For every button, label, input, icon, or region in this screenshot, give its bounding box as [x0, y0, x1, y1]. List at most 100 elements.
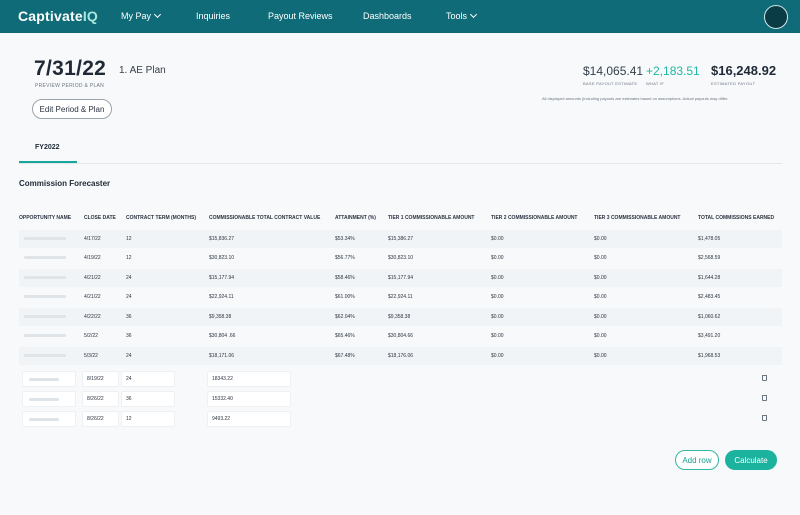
- opportunity-name-redacted: [24, 276, 66, 279]
- total-commissions-cell: $1,060.62: [698, 314, 721, 320]
- opportunity-name-redacted: [24, 295, 66, 298]
- opportunity-name-redacted: [29, 418, 59, 421]
- editable-row: 8/26/22 36 15332.40: [19, 390, 782, 408]
- add-row-button[interactable]: Add row: [675, 450, 719, 470]
- attainment-cell: $56.77%: [335, 255, 355, 261]
- term-cell: 24: [126, 353, 132, 359]
- contract-value-cell: $15,177.94: [209, 275, 235, 281]
- total-commissions-cell: $1,968.53: [698, 353, 721, 359]
- term-cell: 36: [126, 314, 132, 320]
- opportunity-name-redacted: [24, 256, 66, 259]
- table-row: 4/22/22 36 $9,358.38 $62.04% $9,358.38 $…: [19, 308, 782, 326]
- col-header-contract-term[interactable]: CONTRACT TERM (MONTHS): [126, 215, 196, 221]
- close-date-input[interactable]: 8/26/22: [82, 411, 119, 427]
- close-date-cell: 4/21/22: [84, 275, 101, 281]
- col-header-tier3[interactable]: TIER 3 COMMISSIONABLE AMOUNT: [594, 215, 680, 221]
- editable-row: 8/26/22 12 9493.22: [19, 410, 782, 428]
- col-header-attainment[interactable]: ATTAINMENT (%): [335, 215, 376, 221]
- avatar[interactable]: [764, 5, 788, 29]
- tier3-cell: $0.00: [594, 255, 607, 261]
- contract-value-input[interactable]: 18343.22: [207, 371, 291, 387]
- table-row: 5/3/22 24 $18,171.06 $67.48% $18,176.06 …: [19, 347, 782, 365]
- opportunity-name-input[interactable]: [22, 371, 76, 387]
- close-date-cell: 5/2/22: [84, 333, 98, 339]
- chevron-down-icon: [153, 10, 162, 19]
- col-header-total-contract-value[interactable]: COMMISSIONABLE TOTAL CONTRACT VALUE: [209, 215, 320, 221]
- term-cell: 12: [126, 255, 132, 261]
- opportunity-name-redacted: [24, 315, 66, 318]
- tier2-cell: $0.00: [491, 333, 504, 339]
- term-input[interactable]: 36: [121, 391, 175, 407]
- trash-icon[interactable]: [762, 375, 767, 381]
- close-date-cell: 4/17/22: [84, 236, 101, 242]
- edit-period-plan-button[interactable]: Edit Period & Plan: [32, 99, 112, 119]
- term-cell: 24: [126, 294, 132, 300]
- total-commissions-cell: $1,644.28: [698, 275, 721, 281]
- term-input[interactable]: 24: [121, 371, 175, 387]
- total-commissions-cell: $1,478.05: [698, 236, 721, 242]
- total-commissions-cell: $3,491.20: [698, 333, 721, 339]
- attainment-cell: $62.04%: [335, 314, 355, 320]
- opportunity-name-input[interactable]: [22, 411, 76, 427]
- tier2-cell: $0.00: [491, 275, 504, 281]
- tab-fy2022[interactable]: FY2022: [35, 144, 60, 151]
- close-date-cell: 4/19/22: [84, 255, 101, 261]
- tier3-cell: $0.00: [594, 314, 607, 320]
- opportunity-name-redacted: [29, 398, 59, 401]
- close-date-input[interactable]: 8/26/22: [82, 391, 119, 407]
- nav-my-pay[interactable]: My Pay: [121, 10, 162, 21]
- trash-icon[interactable]: [762, 415, 767, 421]
- chevron-down-icon: [469, 10, 478, 19]
- tier2-cell: $0.00: [491, 236, 504, 242]
- tier3-cell: $0.00: [594, 353, 607, 359]
- attainment-cell: $65.46%: [335, 333, 355, 339]
- nav-tools[interactable]: Tools: [446, 10, 478, 21]
- tier2-cell: $0.00: [491, 314, 504, 320]
- brand-logo[interactable]: CaptivateIQ: [18, 8, 98, 24]
- tier2-cell: $0.00: [491, 255, 504, 261]
- contract-value-input[interactable]: 9493.22: [207, 411, 291, 427]
- nav-payout-reviews[interactable]: Payout Reviews: [268, 11, 333, 21]
- close-date-cell: 4/21/22: [84, 294, 101, 300]
- close-date-cell: 5/3/22: [84, 353, 98, 359]
- col-header-tier2[interactable]: TIER 2 COMMISSIONABLE AMOUNT: [491, 215, 577, 221]
- term-input[interactable]: 12: [121, 411, 175, 427]
- tier3-cell: $0.00: [594, 294, 607, 300]
- estimated-payout-value: $16,248.92: [711, 63, 777, 78]
- opportunity-name-redacted: [24, 334, 66, 337]
- period-date: 7/31/22: [34, 57, 107, 80]
- close-date-input[interactable]: 8/19/22: [82, 371, 119, 387]
- plan-name: 1. AE Plan: [119, 65, 166, 76]
- nav-dashboards[interactable]: Dashboards: [363, 11, 412, 21]
- tier1-cell: $15,386.27: [388, 236, 414, 242]
- what-if-label: WHAT IF: [646, 81, 665, 86]
- tier3-cell: $0.00: [594, 333, 607, 339]
- total-commissions-cell: $2,568.59: [698, 255, 721, 261]
- base-payout-label: BASE PAYOUT ESTIMATE: [583, 81, 638, 86]
- contract-value-cell: $30,823.10: [209, 255, 235, 261]
- section-title: Commission Forecaster: [19, 179, 111, 188]
- contract-value-input[interactable]: 15332.40: [207, 391, 291, 407]
- nav-inquiries[interactable]: Inquiries: [196, 11, 230, 21]
- table-row: 5/2/22 36 $30,804 .66 $65.46% $30,804.66…: [19, 327, 782, 345]
- opportunity-name-input[interactable]: [22, 391, 76, 407]
- attainment-cell: $58.46%: [335, 275, 355, 281]
- col-header-total-commissions[interactable]: TOTAL COMMISSIONS EARNED: [698, 215, 774, 221]
- calculate-button[interactable]: Calculate: [725, 450, 777, 470]
- table-row: 4/19/22 12 $30,823.10 $56.77% $30,823.10…: [19, 249, 782, 267]
- col-header-opportunity[interactable]: OPPORTUNITY NAME: [19, 215, 71, 221]
- total-commissions-cell: $2,483.45: [698, 294, 721, 300]
- attainment-cell: $67.48%: [335, 353, 355, 359]
- term-cell: 24: [126, 275, 132, 281]
- tier1-cell: $30,804.66: [388, 333, 414, 339]
- col-header-tier1[interactable]: TIER 1 COMMISSIONABLE AMOUNT: [388, 215, 474, 221]
- base-payout-value: $14,065.41: [583, 64, 644, 78]
- term-cell: 12: [126, 236, 132, 242]
- attainment-cell: $61.00%: [335, 294, 355, 300]
- attainment-cell: $53.34%: [335, 236, 355, 242]
- col-header-close-date[interactable]: CLOSE DATE: [84, 215, 116, 221]
- opportunity-name-redacted: [24, 354, 66, 357]
- base-payout-metric: $14,065.41 BASE PAYOUT ESTIMATE: [583, 64, 643, 86]
- trash-icon[interactable]: [762, 395, 767, 401]
- contract-value-cell: $9,358.38: [209, 314, 232, 320]
